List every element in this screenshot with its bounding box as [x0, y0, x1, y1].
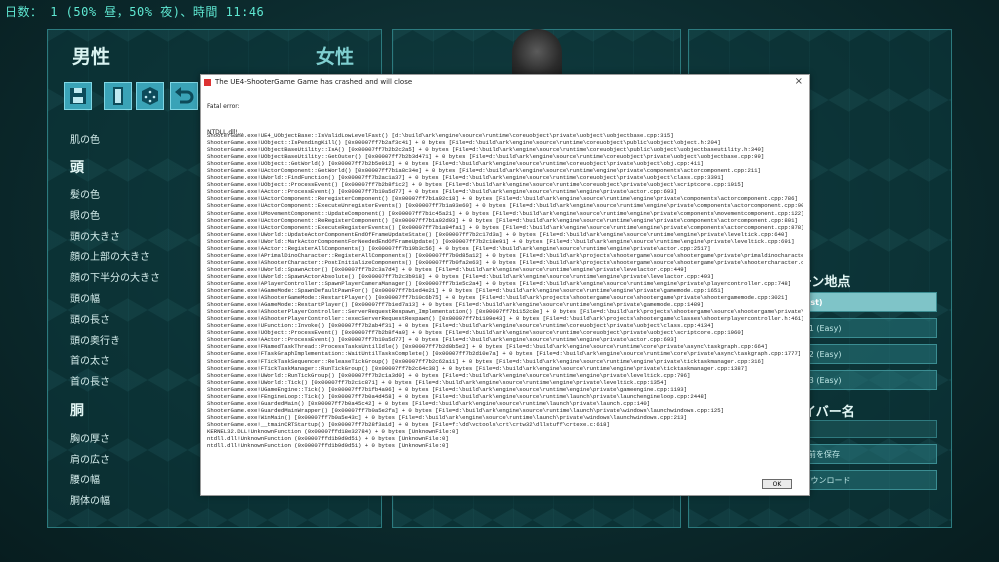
skin-color-option[interactable]: 肌の色: [70, 131, 100, 146]
head-option[interactable]: 髪の色: [70, 186, 100, 201]
callstack-line: ShooterGame.exe!AGameMode::SpawnDefaultP…: [207, 287, 724, 295]
undo-icon: [175, 87, 194, 104]
callstack-line: ShooterGame.exe!UMovementComponent::Upda…: [207, 209, 803, 217]
callstack-line: ShooterGame.exe!UWorld::FindFunction() […: [207, 174, 724, 182]
character-head-preview: [512, 29, 562, 79]
callstack-line: ShooterGame.exe!WinMain() [0x00007ff7b0a…: [207, 413, 688, 421]
dice-icon: [142, 87, 158, 105]
close-icon[interactable]: ×: [795, 76, 803, 87]
torso-option[interactable]: 胸の厚さ: [70, 430, 110, 445]
callstack-line: ShooterGame.exe!FEngineLoop::Tick() [0x0…: [207, 392, 708, 400]
day-time-status: 日数： 1 (50% 昼，50% 夜)、時間 11:46: [5, 5, 265, 19]
callstack-line: ShooterGame.exe!AGameMode::RestartPlayer…: [207, 301, 704, 309]
torso-option[interactable]: 肩の広さ: [70, 451, 110, 466]
callstack-line: ShooterGame.exe!UActorComponent::Execute…: [207, 202, 803, 210]
torso-option[interactable]: 胴体の幅: [70, 492, 110, 507]
callstack-text[interactable]: ShooterGame.exe!UE4_UObjectBase::IsValid…: [207, 132, 803, 482]
randomize-button[interactable]: [136, 82, 164, 110]
callstack-line: ntdll.dll!UnknownFunction (0x00007ffd1b9…: [207, 435, 449, 443]
callstack-line: ShooterGame.exe!UObject::GetWorld() [0x0…: [207, 160, 704, 168]
callstack-line: KERNEL32.DLL!UnknownFunction (0x00007ffd…: [207, 427, 459, 435]
callstack-line: ntdll.dll!UnknownFunction (0x00007ffd1b9…: [207, 442, 449, 450]
head-option[interactable]: 頭の幅: [70, 290, 100, 305]
head-section-title: 頭: [70, 160, 84, 176]
callstack-line: ShooterGame.exe!AShooterPlayerController…: [207, 315, 803, 323]
callstack-line: ShooterGame.exe!UE4_UObjectBase::IsValid…: [207, 132, 674, 139]
callstack-line: ShooterGame.exe!AActor::ProcessEvent() […: [207, 336, 677, 344]
head-option[interactable]: 顔の上部の大きさ: [70, 248, 150, 263]
callstack-line: ShooterGame.exe!UActorComponent::ReRegis…: [207, 216, 798, 224]
load-preset-button[interactable]: [104, 82, 132, 110]
save-preset-button[interactable]: [64, 82, 92, 110]
callstack-line: ShooterGame.exe!UActorComponent::Execute…: [207, 223, 803, 231]
callstack-line: ShooterGame.exe!AShooterCharacter::PostI…: [207, 258, 803, 266]
tab-male[interactable]: 男性: [72, 42, 110, 69]
head-option[interactable]: 眼の色: [70, 207, 100, 222]
app-icon: [204, 79, 211, 86]
callstack-line: ShooterGame.exe!UObject::IsPendingKill()…: [207, 139, 721, 147]
callstack-line: ShooterGame.exe!UWorld::MarkActorCompone…: [207, 237, 795, 245]
callstack-line: ShooterGame.exe!AActor::RegisterAllCompo…: [207, 244, 711, 252]
head-option[interactable]: 首の長さ: [70, 373, 110, 388]
callstack-line: ShooterGame.exe!APlayerController::Spawn…: [207, 279, 792, 287]
tab-female[interactable]: 女性: [316, 42, 354, 69]
crash-report-dialog: The UE4-ShooterGame Game has crashed and…: [200, 74, 810, 496]
callstack-line: ShooterGame.exe!FTaskGraphImplementation…: [207, 350, 802, 358]
callstack-line: ShooterGame.exe!AShooterPlayerController…: [207, 308, 803, 316]
head-option[interactable]: 首の太さ: [70, 352, 110, 367]
head-option[interactable]: 顔の下半分の大きさ: [70, 269, 160, 284]
callstack-line: ShooterGame.exe!UObjectBaseUtility::GetO…: [207, 153, 765, 161]
head-option[interactable]: 頭の長さ: [70, 311, 110, 326]
callstack-line: ShooterGame.exe!AActor::ProcessEvent() […: [207, 188, 677, 196]
head-option[interactable]: 頭の大きさ: [70, 228, 120, 243]
driver-name-title: イバー名: [803, 405, 855, 420]
undo-button[interactable]: [170, 82, 198, 110]
callstack-line: ShooterGame.exe!UWorld::Tick() [0x00007f…: [207, 378, 667, 386]
callstack-line: ShooterGame.exe!UActorComponent::GetWorl…: [207, 167, 761, 175]
callstack-line: ShooterGame.exe!FTickTaskSequencer::Rele…: [207, 357, 765, 365]
callstack-line: ShooterGame.exe!UActorComponent::Reregis…: [207, 195, 798, 203]
callstack-line: ShooterGame.exe!FTickTaskManager::RunTic…: [207, 364, 748, 372]
ok-button[interactable]: OK: [762, 479, 792, 489]
dialog-title: The UE4-ShooterGame Game has crashed and…: [215, 78, 413, 86]
torso-section-title: 胴: [70, 403, 84, 419]
callstack-line: ShooterGame.exe!UWorld::UpdateActorCompo…: [207, 230, 788, 238]
fatal-error-label: Fatal error:: [207, 103, 240, 110]
save-icon: [70, 88, 86, 104]
callstack-line: ShooterGame.exe!APrimalDinoCharacter::Re…: [207, 251, 803, 259]
callstack-line: ShooterGame.exe!UWorld::SpawnActor() [0x…: [207, 265, 688, 273]
callstack-line: ShooterGame.exe!UObjectBaseUtility::IsA(…: [207, 146, 765, 154]
callstack-line: ShooterGame.exe!UGameEngine::Tick() [0x0…: [207, 385, 688, 393]
callstack-line: ShooterGame.exe!__tmainCRTStartup() [0x0…: [207, 420, 610, 428]
torso-option[interactable]: 腰の幅: [70, 471, 100, 486]
callstack-line: ShooterGame.exe!UObject::ProcessEvent() …: [207, 329, 745, 337]
callstack-line: ShooterGame.exe!UFunction::Invoke() [0x0…: [207, 322, 714, 330]
head-option[interactable]: 頭の奥行き: [70, 332, 120, 347]
callstack-line: ShooterGame.exe!GuardedMain() [0x00007ff…: [207, 399, 651, 407]
callstack-line: ShooterGame.exe!AShooterGameMode::Restar…: [207, 294, 788, 302]
door-icon: [113, 87, 123, 105]
callstack-line: ShooterGame.exe!FNamedTaskThread::Proces…: [207, 343, 768, 351]
callstack-line: ShooterGame.exe!UWorld::RunTickGroup() […: [207, 371, 691, 379]
callstack-line: ShooterGame.exe!UObject::ProcessEvent() …: [207, 181, 745, 189]
callstack-line: ShooterGame.exe!UWorld::SpawnActorAbsolu…: [207, 272, 714, 280]
callstack-line: ShooterGame.exe!GuardedMainWrapper() [0x…: [207, 406, 724, 414]
